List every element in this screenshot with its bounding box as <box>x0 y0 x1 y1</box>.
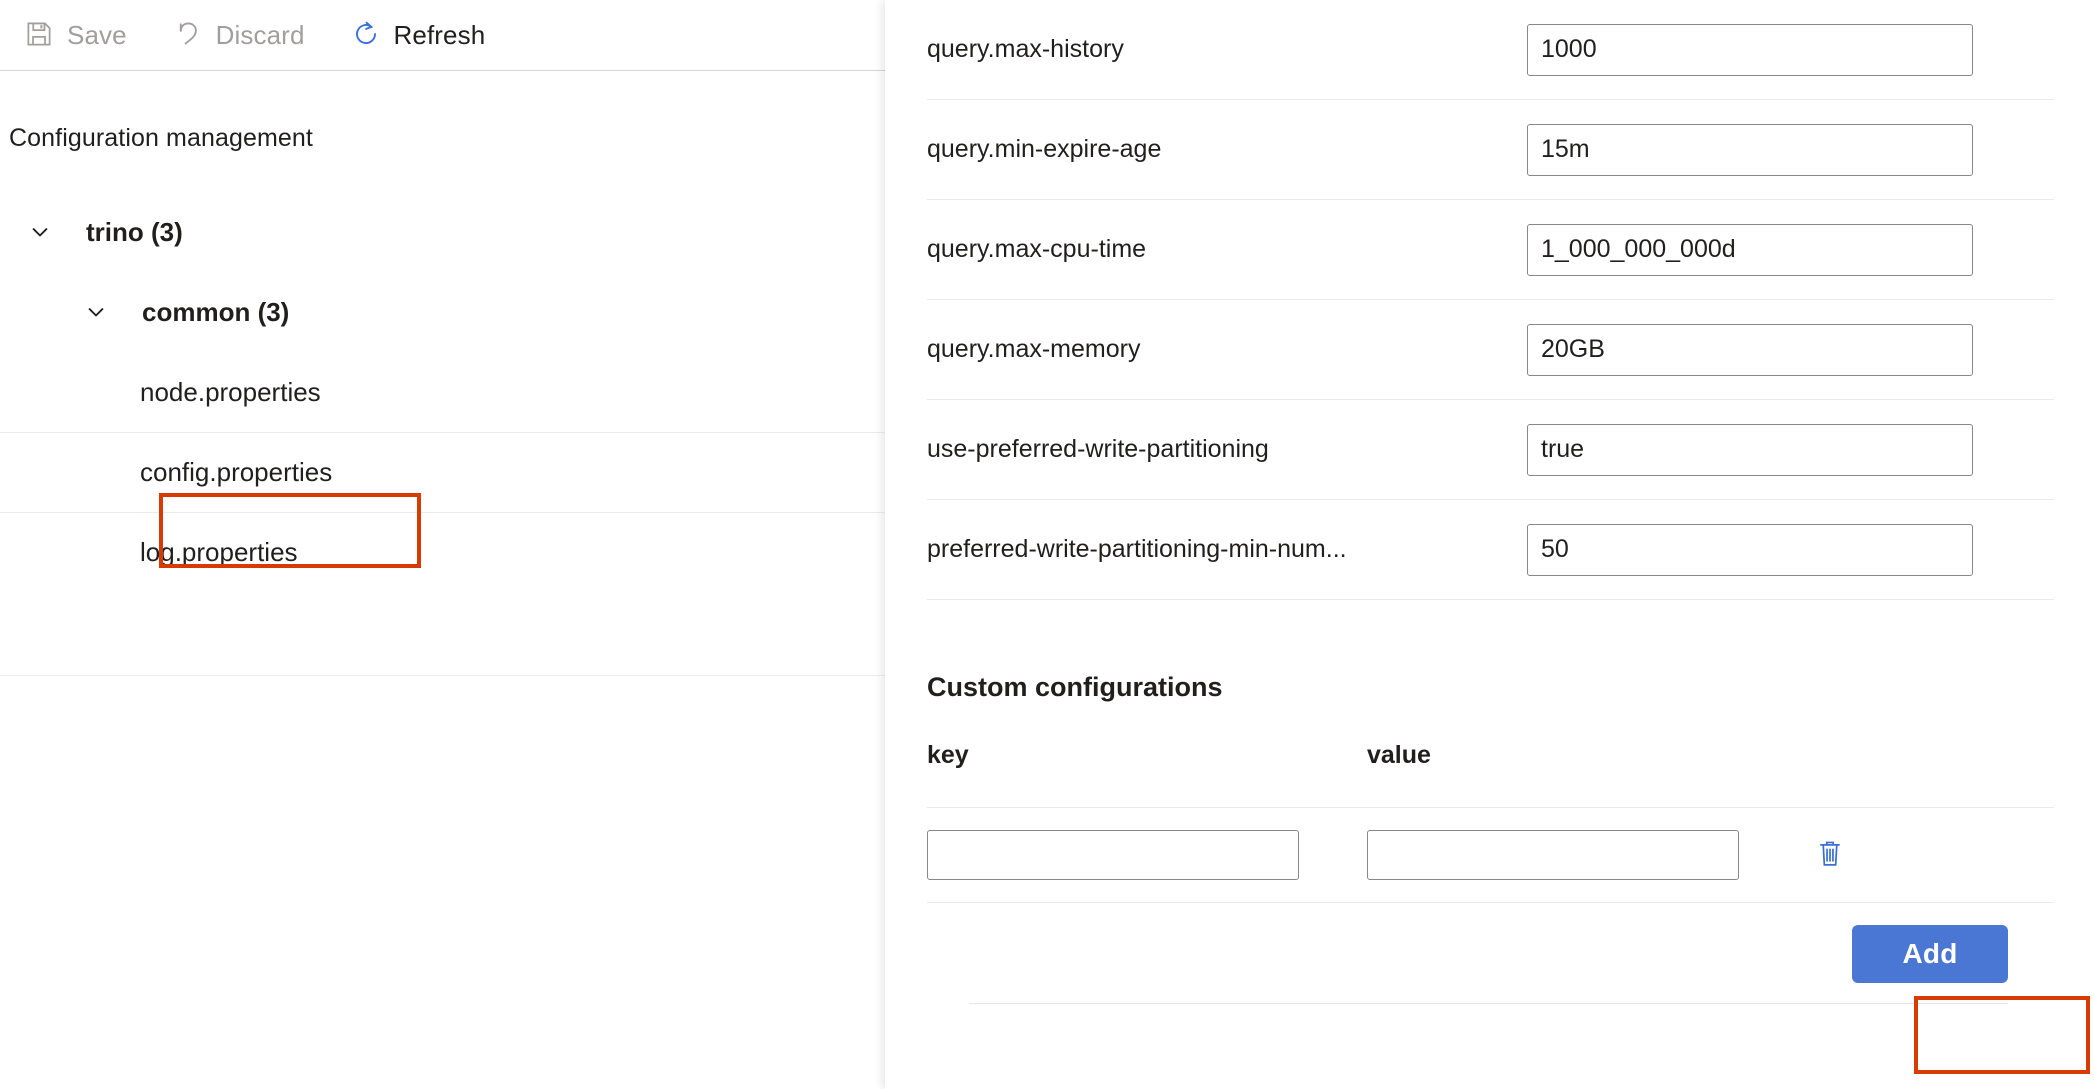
config-value-input[interactable] <box>1527 223 1973 276</box>
save-icon <box>24 19 54 52</box>
discard-button-label: Discard <box>215 20 305 50</box>
command-toolbar: Save Discard Refresh <box>0 0 885 70</box>
custom-key-input[interactable] <box>927 830 1299 880</box>
configuration-management-screen: Save Discard Refresh Configuration manag… <box>0 0 2094 1089</box>
custom-value-cell <box>1367 830 1807 880</box>
configuration-detail-panel: query.max-history query.min-expire-age q… <box>885 0 2094 1089</box>
undo-icon <box>173 19 203 52</box>
refresh-button[interactable]: Refresh <box>349 15 488 56</box>
table-row <box>927 808 2054 903</box>
configuration-tree: trino (3) common (3) node.properties con… <box>0 192 885 592</box>
trash-icon <box>1815 838 1845 873</box>
column-header-key: key <box>927 740 969 769</box>
config-row: query.max-memory <box>927 300 2054 400</box>
tree-item-label: config.properties <box>140 457 333 487</box>
custom-configurations-table: key value Add <box>927 703 2054 1004</box>
delete-row-button[interactable] <box>1815 838 1845 873</box>
tree-item-label: common (3) <box>142 296 290 327</box>
tree-item-config-properties[interactable]: config.properties <box>0 432 885 512</box>
add-row-container: Add <box>969 903 2008 1004</box>
tree-item-label: node.properties <box>140 376 321 407</box>
page-title: Configuration management <box>9 124 313 152</box>
tree-item-label: log.properties <box>140 537 298 567</box>
config-key-label: use-preferred-write-partitioning <box>927 435 1269 463</box>
config-key-label: query.max-cpu-time <box>927 235 1147 263</box>
config-key-label: query.max-memory <box>927 335 1141 363</box>
refresh-button-label: Refresh <box>393 20 486 50</box>
tree-item-common[interactable]: common (3) <box>0 272 885 352</box>
config-row: query.min-expire-age <box>927 100 2054 200</box>
left-pane: Save Discard Refresh Configuration manag… <box>0 0 885 1089</box>
config-key-label: preferred-write-partitioning-min-num... <box>927 535 1347 563</box>
config-value-input[interactable] <box>1527 123 1973 176</box>
tree-item-log-properties[interactable]: log.properties <box>0 512 885 592</box>
chevron-down-icon[interactable] <box>82 298 110 326</box>
chevron-down-icon[interactable] <box>26 218 54 246</box>
refresh-icon <box>351 19 381 52</box>
config-row: use-preferred-write-partitioning <box>927 400 2054 500</box>
discard-button[interactable]: Discard <box>171 15 307 56</box>
tree-footer-divider <box>0 675 885 676</box>
config-value-input[interactable] <box>1527 23 1973 76</box>
config-row: query.max-history <box>927 0 2054 100</box>
config-row: preferred-write-partitioning-min-num... <box>927 500 2054 600</box>
tree-item-node-properties[interactable]: node.properties <box>0 352 885 432</box>
tree-item-label: trino (3) <box>86 216 183 247</box>
add-button[interactable]: Add <box>1852 925 2008 983</box>
table-header-row: key value <box>927 703 2054 808</box>
save-button-label: Save <box>67 20 127 50</box>
config-value-input[interactable] <box>1527 323 1973 376</box>
config-value-input[interactable] <box>1527 423 1973 476</box>
config-row: query.max-cpu-time <box>927 200 2054 300</box>
column-header-value: value <box>1367 740 1431 769</box>
custom-value-input[interactable] <box>1367 830 1739 880</box>
config-value-input[interactable] <box>1527 523 1973 576</box>
custom-configurations-heading: Custom configurations <box>927 672 1223 702</box>
tree-item-trino[interactable]: trino (3) <box>0 192 885 272</box>
save-button[interactable]: Save <box>22 15 129 56</box>
toolbar-divider <box>0 70 885 71</box>
config-key-label: query.min-expire-age <box>927 135 1162 163</box>
config-key-label: query.max-history <box>927 35 1124 63</box>
custom-key-cell <box>927 830 1367 880</box>
